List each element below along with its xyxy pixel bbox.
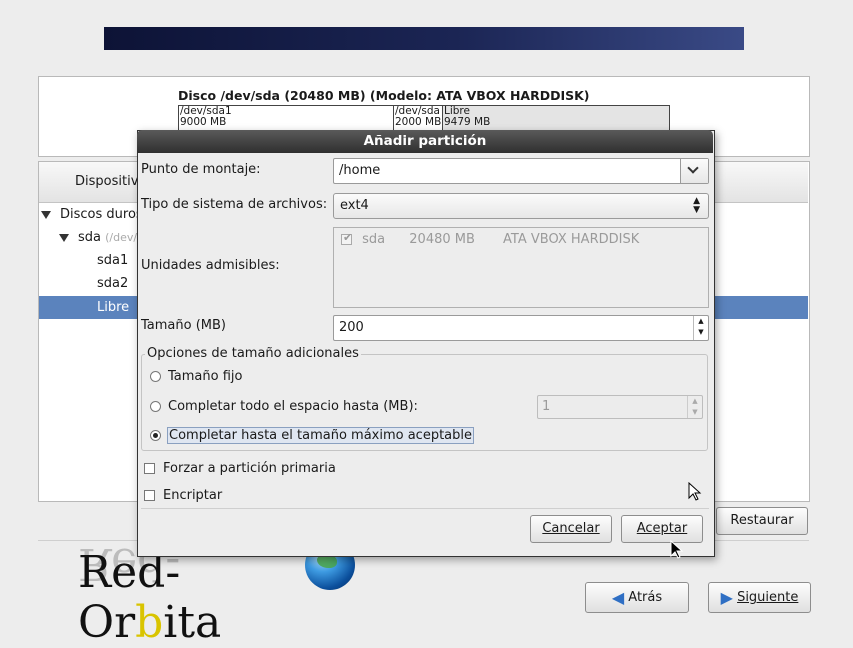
radio-fill-upto[interactable] bbox=[150, 401, 161, 412]
size-label: Tamaño (MB) bbox=[141, 318, 226, 333]
tree-item-label: Discos duros bbox=[60, 207, 143, 222]
cancel-button[interactable]: Cancelar bbox=[530, 515, 612, 543]
arrow-left-icon: ◀ bbox=[611, 588, 625, 607]
dialog-separator bbox=[141, 508, 709, 509]
updown-arrows-icon: ▲ ▼ bbox=[693, 196, 700, 215]
expander-icon[interactable] bbox=[59, 233, 69, 242]
restore-button[interactable]: Restaurar bbox=[716, 507, 808, 535]
chevron-down-icon bbox=[687, 162, 699, 174]
segment-size: 9479 MB bbox=[444, 116, 491, 128]
mouse-pointer-icon bbox=[688, 482, 702, 501]
drive-row-sda[interactable]: ✔ sda 20480 MB ATA VBOX HARDDISK bbox=[341, 231, 640, 247]
button-label: Restaurar bbox=[730, 513, 794, 528]
segment-sda1[interactable]: /dev/sda1 9000 MB bbox=[179, 106, 394, 130]
drive-checkbox[interactable]: ✔ bbox=[341, 231, 353, 245]
next-button[interactable]: ▶ Siguiente bbox=[708, 582, 811, 613]
logo-text-highlight: b bbox=[135, 597, 164, 648]
dialog-title: Añadir partición bbox=[137, 130, 713, 153]
button-label: Aceptar bbox=[636, 521, 688, 536]
size-value: 200 bbox=[339, 320, 364, 335]
back-button[interactable]: ◀ Atrás bbox=[585, 582, 689, 613]
fstype-select[interactable]: ext4 ▲ ▼ bbox=[333, 193, 709, 219]
size-spinbox[interactable]: 200 ▲ ▼ bbox=[333, 315, 709, 341]
option-label: Tamaño fijo bbox=[168, 369, 243, 384]
fill-max-option[interactable]: Completar hasta el tamaño máximo aceptab… bbox=[150, 427, 475, 444]
mount-point-label: Punto de montaje: bbox=[141, 162, 261, 177]
logo-text: ita bbox=[163, 597, 222, 648]
button-label: Atrás bbox=[628, 590, 663, 605]
size-options-title: Opciones de tamaño adicionales bbox=[145, 346, 361, 361]
tree-item-label: sda bbox=[78, 230, 101, 245]
disk-partition-bar: /dev/sda1 9000 MB /dev/sda 2000 MB Libre 94… bbox=[178, 105, 670, 131]
button-label: Siguiente bbox=[737, 590, 799, 605]
mount-point-value: /home bbox=[339, 163, 381, 178]
option-label: Encriptar bbox=[163, 488, 223, 503]
segment-size: 2000 MB bbox=[395, 116, 442, 128]
drives-label: Unidades admisibles: bbox=[141, 258, 280, 273]
drive-model: ATA VBOX HARDDISK bbox=[503, 232, 640, 247]
drives-list: ✔ sda 20480 MB ATA VBOX HARDDISK bbox=[333, 227, 709, 308]
button-label: Cancelar bbox=[542, 521, 600, 536]
expander-icon[interactable] bbox=[41, 210, 51, 219]
check-icon: ✔ bbox=[343, 231, 353, 244]
tree-item-sda1[interactable]: sda1 bbox=[97, 250, 128, 272]
option-label: Completar todo el espacio hasta (MB): bbox=[168, 399, 418, 414]
fill-upto-option[interactable]: Completar todo el espacio hasta (MB): bbox=[150, 399, 418, 414]
option-label: Completar hasta el tamaño máximo aceptab… bbox=[167, 427, 475, 444]
drive-name: sda bbox=[362, 232, 386, 247]
mount-point-dropdown-button[interactable] bbox=[680, 159, 708, 183]
fill-upto-spinbox[interactable]: 1 ▲ ▼ bbox=[537, 395, 703, 419]
disk-title: Disco /dev/sda (20480 MB) (Modelo: ATA V… bbox=[178, 88, 590, 103]
tree-item-hard-disks[interactable]: Discos duros bbox=[41, 204, 143, 226]
spin-arrows-icon[interactable]: ▲ ▼ bbox=[687, 396, 702, 418]
fstype-value: ext4 bbox=[340, 198, 369, 213]
fstype-label: Tipo de sistema de archivos: bbox=[141, 197, 328, 212]
mouse-pointer-icon bbox=[670, 540, 684, 559]
tree-header-label: Dispositivo bbox=[75, 174, 147, 189]
radio-fill-max[interactable] bbox=[150, 430, 161, 441]
encrypt-checkbox[interactable] bbox=[144, 490, 155, 501]
segment-free[interactable]: Libre 9479 MB bbox=[443, 106, 669, 130]
tree-item-path: (/dev/ bbox=[105, 231, 138, 244]
accept-button[interactable]: Aceptar bbox=[621, 515, 703, 543]
spin-arrows-icon[interactable]: ▲ ▼ bbox=[693, 316, 708, 340]
tree-item-sda[interactable]: sda (/dev/ bbox=[59, 227, 137, 249]
fixed-size-option[interactable]: Tamaño fijo bbox=[150, 369, 242, 384]
fill-upto-value: 1 bbox=[542, 399, 551, 414]
encrypt-option[interactable]: Encriptar bbox=[144, 488, 222, 503]
force-primary-checkbox[interactable] bbox=[144, 463, 155, 474]
radio-fixed[interactable] bbox=[150, 371, 161, 382]
segment-size: 9000 MB bbox=[180, 116, 227, 128]
installer-banner bbox=[104, 27, 744, 50]
segment-sda2[interactable]: /dev/sda 2000 MB bbox=[394, 106, 443, 130]
tree-item-sda2[interactable]: sda2 bbox=[97, 273, 128, 295]
tree-item-label: Libre bbox=[97, 300, 130, 315]
drive-size: 20480 MB bbox=[409, 232, 475, 247]
force-primary-option[interactable]: Forzar a partición primaria bbox=[144, 461, 336, 476]
mount-point-input[interactable]: /home bbox=[333, 158, 709, 184]
arrow-right-icon: ▶ bbox=[720, 588, 733, 607]
option-label: Forzar a partición primaria bbox=[163, 461, 336, 476]
